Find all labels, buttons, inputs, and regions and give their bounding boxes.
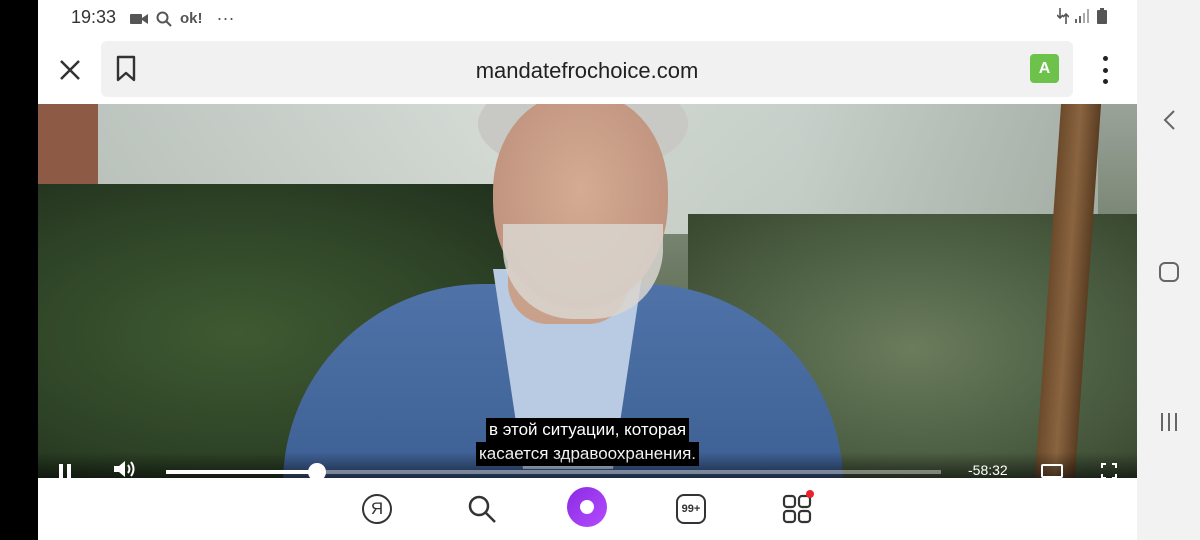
browser-bottom-bar: Я 99+ (38, 478, 1137, 540)
back-button[interactable] (1155, 106, 1183, 134)
subtitles-toggle-icon[interactable] (1041, 464, 1063, 478)
seek-bar-thumb[interactable] (308, 463, 327, 478)
ok-icon: ok! (180, 10, 203, 27)
video-frame-brick (38, 104, 98, 194)
search-button[interactable] (465, 492, 499, 526)
pause-button[interactable] (58, 464, 72, 478)
services-grid-button[interactable] (780, 490, 814, 526)
url-text[interactable]: mandatefrochoice.com (101, 58, 1073, 84)
yandex-icon: Я (362, 494, 392, 524)
close-tab-button[interactable] (56, 56, 84, 84)
status-right-icons (1057, 8, 1107, 24)
alice-voice-assistant-button[interactable] (567, 487, 607, 527)
seek-bar-fill (166, 470, 318, 474)
more-dots-icon: ··· (216, 8, 235, 28)
alice-icon (580, 500, 594, 514)
data-transfer-icon (1057, 8, 1069, 24)
search-icon (156, 11, 172, 27)
yandex-label: Я (370, 499, 384, 518)
recents-lines-icon (1161, 413, 1177, 431)
status-time: 19:33 (71, 7, 117, 27)
menu-dot-icon (1102, 79, 1108, 84)
video-controls: -58:32 (38, 452, 1137, 478)
subtitle-line: в этой ситуации, которая (485, 418, 690, 442)
home-button[interactable] (1155, 258, 1183, 286)
menu-dot-icon (1102, 56, 1108, 61)
status-bar: 19:33 ok! ··· (38, 0, 1137, 36)
video-player[interactable]: в этой ситуации, которая касается здраво… (38, 104, 1137, 478)
fullscreen-icon[interactable] (1101, 463, 1117, 478)
left-black-bar (0, 0, 38, 540)
browser-toolbar: mandatefrochoice.com A (38, 36, 1137, 104)
yandex-home-button[interactable]: Я (360, 492, 394, 526)
back-chevron-icon (1163, 110, 1175, 130)
tabs-count-icon: 99+ (676, 494, 706, 524)
home-square-icon (1159, 262, 1179, 282)
tabs-count: 99+ (681, 503, 701, 515)
recents-button[interactable] (1155, 408, 1183, 436)
time-remaining: -58:32 (968, 462, 1008, 478)
system-navigation-bar (1137, 0, 1200, 540)
signal-icon (1075, 9, 1089, 23)
search-icon (468, 495, 496, 523)
tabs-button[interactable]: 99+ (674, 492, 708, 526)
translate-button[interactable]: A (1030, 54, 1059, 83)
apps-grid-icon (782, 494, 812, 524)
translate-icon: A (1038, 59, 1051, 77)
notification-dot (806, 490, 814, 498)
video-call-icon (130, 13, 148, 24)
menu-button[interactable] (1096, 56, 1114, 84)
status-left-icons: ok! ··· (130, 8, 234, 29)
address-bar[interactable]: mandatefrochoice.com A (101, 41, 1073, 97)
seek-bar[interactable] (166, 463, 941, 478)
battery-icon (1097, 8, 1107, 24)
menu-dot-icon (1102, 67, 1108, 73)
volume-icon[interactable] (114, 460, 136, 478)
